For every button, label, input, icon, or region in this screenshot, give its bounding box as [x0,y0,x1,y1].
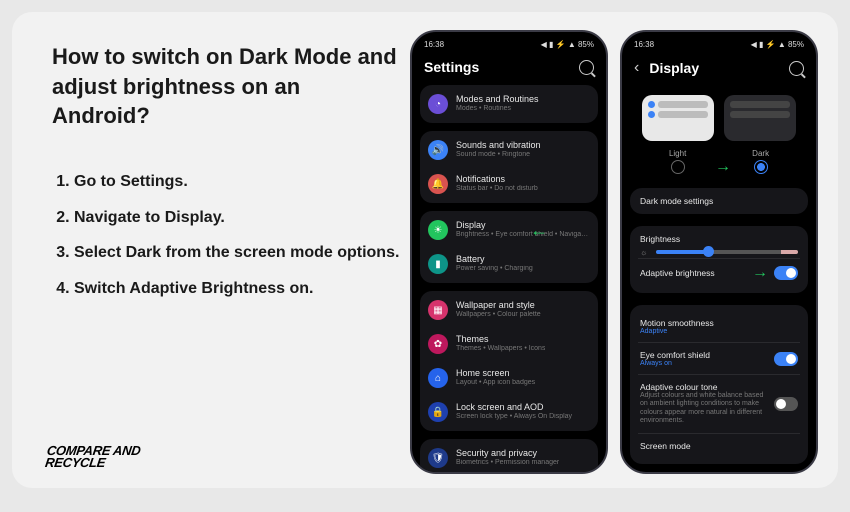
status-bar: 16:38 ◀ ▮ ⚡ ▲ 85% [412,32,606,53]
step-item: Select Dark from the screen mode options… [74,242,402,264]
settings-row[interactable]: 🔊Sounds and vibrationSound mode • Ringto… [420,133,598,167]
step-item: Navigate to Display. [74,207,402,229]
display-icon: ☀ [428,220,448,240]
lock-screen-and-aod-icon: 🔒 [428,402,448,422]
theme-card-light[interactable] [642,95,714,141]
phone-settings: 16:38 ◀ ▮ ⚡ ▲ 85% Settings ◔Modes and Ro… [410,30,608,474]
back-icon[interactable]: ‹ [634,59,639,77]
light-radio[interactable] [671,160,685,174]
wallpaper-and-style-icon: ▦ [428,300,448,320]
modes-and-routines-icon: ◔ [428,94,448,114]
dark-mode-settings-link[interactable]: Dark mode settings [640,196,798,206]
settings-row[interactable]: 🛡Security and privacyBiometrics • Permis… [420,441,598,472]
step-item: Go to Settings. [74,171,402,193]
dark-radio[interactable] [754,160,768,174]
settings-row[interactable]: ◔Modes and RoutinesModes • Routines [420,87,598,121]
instruction-list: Go to Settings. Navigate to Display. Sel… [52,171,402,299]
settings-row[interactable]: ☀DisplayBrightness • Eye comfort shield … [420,213,598,247]
arrow-icon: → [715,158,731,176]
settings-row[interactable]: 🔒Lock screen and AODScreen lock type • A… [420,395,598,429]
theme-card-dark[interactable] [724,95,796,141]
step-item: Switch Adaptive Brightness on. [74,278,402,300]
adaptive-brightness-label: Adaptive brightness [640,268,715,278]
security-and-privacy-icon: 🛡 [428,448,448,468]
dark-label: Dark [752,149,769,158]
adaptive-brightness-toggle[interactable] [774,266,798,280]
search-icon[interactable] [789,61,804,76]
arrow-icon: ← [530,220,548,241]
settings-row[interactable]: 🔔NotificationsStatus bar • Do not distur… [420,167,598,201]
settings-row[interactable]: ▮BatteryPower saving • Charging [420,247,598,281]
settings-row[interactable]: ▦Wallpaper and styleWallpapers • Colour … [420,293,598,327]
settings-title: Settings [424,59,571,75]
light-label: Light [669,149,686,158]
home-screen-icon: ⌂ [428,368,448,388]
colour-tone-label: Adaptive colour tone [640,382,768,392]
page-heading: How to switch on Dark Mode and adjust br… [52,42,402,131]
search-icon[interactable] [579,60,594,75]
eye-comfort-toggle[interactable] [774,352,798,366]
phone-display: 16:38 ◀ ▮ ⚡ ▲ 85% ‹ Display Light Dark [620,30,818,474]
colour-tone-toggle[interactable] [774,397,798,411]
screen-mode-link[interactable]: Screen mode [640,441,691,451]
status-bar: 16:38 ◀ ▮ ⚡ ▲ 85% [622,32,816,53]
sounds-and-vibration-icon: 🔊 [428,140,448,160]
brightness-label: Brightness [640,234,798,244]
arrow-icon: → [752,264,768,282]
themes-icon: ✿ [428,334,448,354]
sun-icon: ☼ [640,248,647,257]
eye-comfort-label: Eye comfort shield [640,350,710,360]
battery-icon: ▮ [428,254,448,274]
brightness-slider[interactable]: ☼ [656,250,798,254]
display-title: Display [649,60,781,76]
motion-smoothness-link[interactable]: Motion smoothness [640,318,714,328]
settings-row[interactable]: ✿ThemesThemes • Wallpapers • Icons [420,327,598,361]
settings-row[interactable]: ⌂Home screenLayout • App icon badges [420,361,598,395]
notifications-icon: 🔔 [428,174,448,194]
brand-logo: Compare and Recycle [38,445,141,470]
